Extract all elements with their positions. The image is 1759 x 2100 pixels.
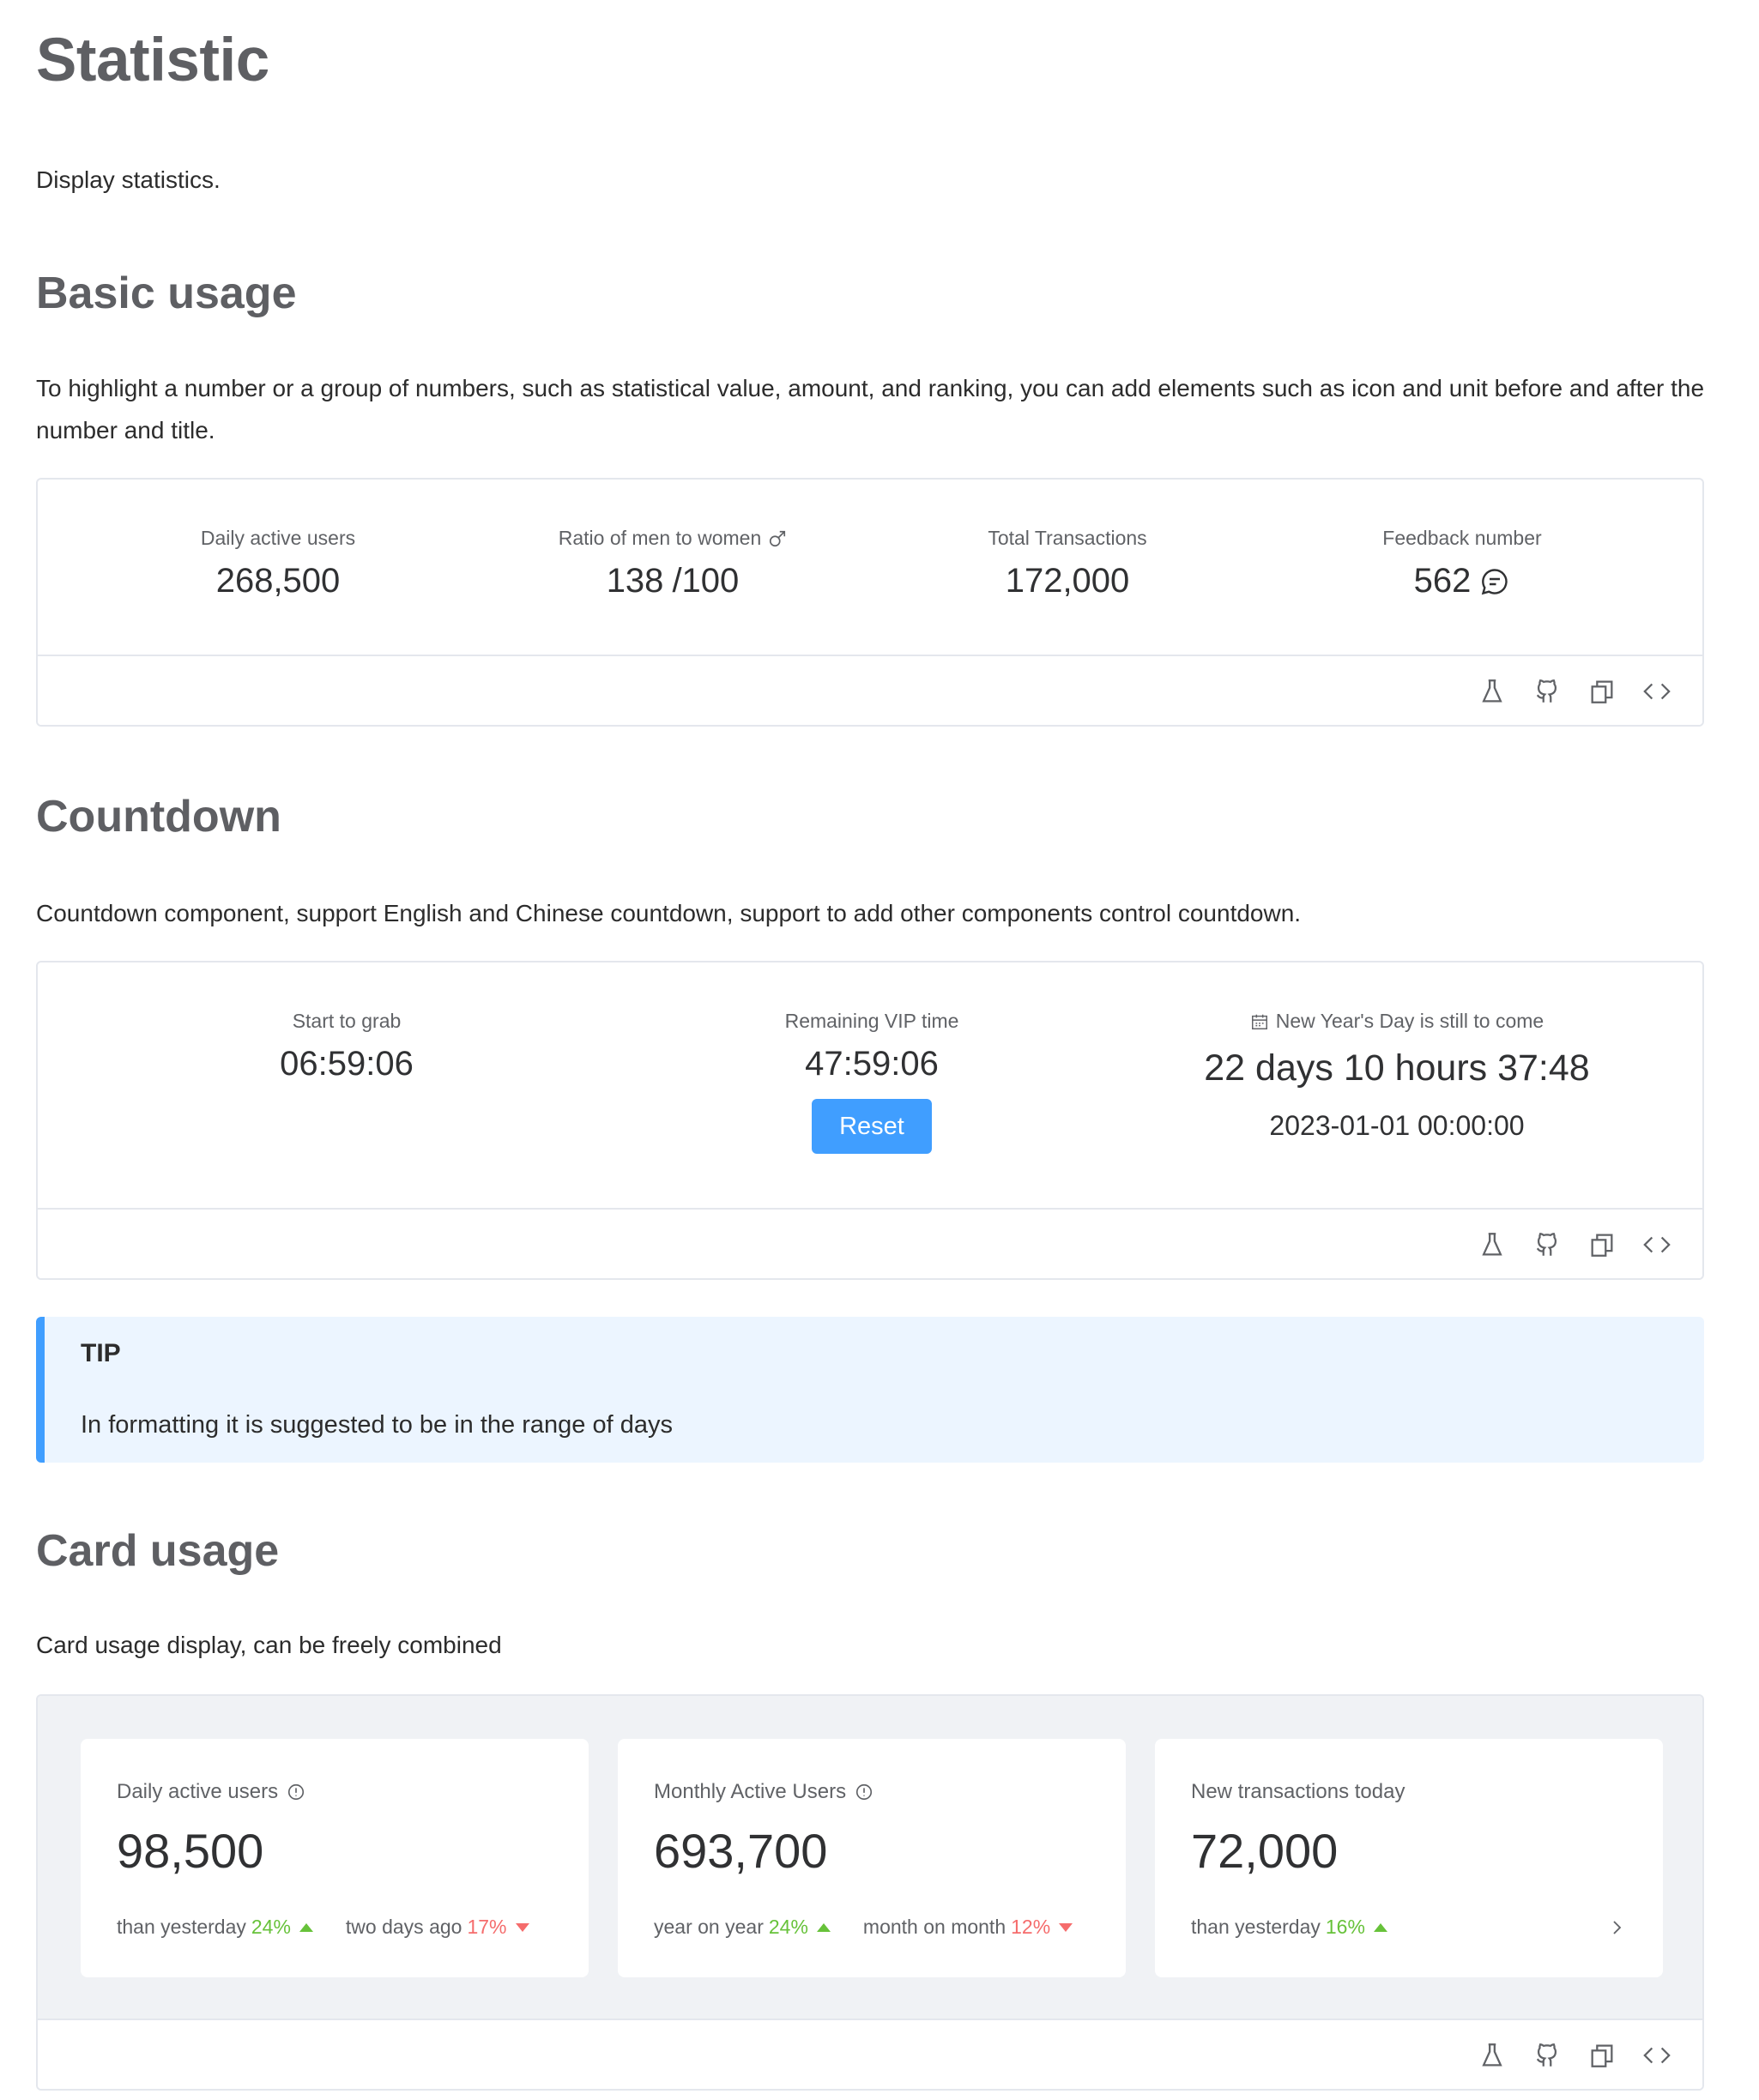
copy-icon[interactable] [1587, 1230, 1617, 1259]
statistic-value: 172,000 [1005, 562, 1130, 600]
statistic-title: Ratio of men to women [558, 527, 762, 549]
github-icon[interactable] [1532, 677, 1562, 706]
card-footer: year on year 24% month on month 12% [654, 1916, 1090, 1939]
countdown-target-date: 2023-01-01 00:00:00 [1269, 1109, 1525, 1141]
statistic-daily-active-users: Daily active users 268,500 [89, 527, 467, 600]
countdown-title: New Year's Day is still to come [1275, 1010, 1544, 1032]
code-icon[interactable] [1642, 1230, 1671, 1259]
compare-item: than yesterday 24% [117, 1916, 313, 1939]
demo-toolbar-card [38, 2019, 1702, 2089]
compare-percent: 12% [1011, 1916, 1051, 1938]
demo-block-countdown: Start to grab 06:59:06 Remaining VIP tim… [36, 961, 1704, 1280]
statistic-suffix: /100 [672, 562, 740, 600]
section-description-basic: To highlight a number or a group of numb… [36, 375, 1705, 444]
countdown-title: Start to grab [292, 1010, 402, 1032]
info-icon[interactable] [855, 1783, 873, 1801]
stat-card-daily-active: Daily active users 98,500 than yesterday… [81, 1739, 589, 1977]
demo-toolbar-basic [38, 655, 1702, 725]
male-icon [770, 530, 786, 546]
compare-percent: 16% [1325, 1916, 1365, 1938]
statistic-feedback-number: Feedback number 562 [1273, 527, 1651, 600]
caret-down-icon [1059, 1922, 1073, 1932]
caret-up-icon [816, 1922, 831, 1932]
compare-label: than yesterday [117, 1916, 246, 1938]
code-icon[interactable] [1642, 677, 1671, 706]
compare-label: month on month [862, 1916, 1006, 1938]
docs-page: Statistic Display statistics. Basic usag… [0, 0, 1759, 2100]
chat-icon [1482, 568, 1508, 594]
compare-label: year on year [654, 1916, 764, 1938]
card-usage-area: Daily active users 98,500 than yesterday… [38, 1696, 1702, 2020]
tip-text: In formatting it is suggested to be in t… [81, 1411, 673, 1439]
info-icon[interactable] [287, 1783, 305, 1801]
countdown-value: 47:59:06 [805, 1045, 939, 1083]
statistic-title: Feedback number [1382, 527, 1542, 549]
tip-callout: TIP In formatting it is suggested to be … [36, 1317, 1704, 1463]
flask-icon[interactable] [1478, 2041, 1507, 2070]
statistic-ratio: Ratio of men to women 138 /100 [484, 527, 861, 600]
statistic-title: Total Transactions [988, 527, 1147, 549]
demo-toolbar-countdown [38, 1208, 1702, 1278]
compare-label: than yesterday [1191, 1916, 1321, 1938]
stat-card-monthly-active: Monthly Active Users 693,700 year on yea… [618, 1739, 1126, 1977]
section-heading-countdown: Countdown [36, 792, 281, 842]
compare-item: year on year 24% [654, 1916, 831, 1939]
caret-up-icon [299, 1922, 313, 1932]
compare-item: month on month 12% [863, 1916, 1073, 1939]
reset-button[interactable]: Reset [812, 1099, 932, 1154]
card-value: 98,500 [117, 1824, 264, 1878]
caret-down-icon [515, 1922, 529, 1932]
compare-percent: 24% [251, 1916, 291, 1938]
countdown-value: 06:59:06 [280, 1045, 414, 1083]
demo-block-card: Daily active users 98,500 than yesterday… [36, 1694, 1704, 2091]
flask-icon[interactable] [1478, 1230, 1507, 1259]
section-heading-basic: Basic usage [36, 269, 297, 318]
countdown-value: 22 days 10 hours 37:48 [1204, 1047, 1590, 1089]
statistic-total-transactions: Total Transactions 172,000 [879, 527, 1256, 600]
code-icon[interactable] [1642, 2041, 1671, 2070]
compare-item: than yesterday 16% [1191, 1916, 1387, 1939]
section-description-card: Card usage display, can be freely combin… [36, 1632, 502, 1658]
countdown-new-year: New Year's Day is still to come 22 days … [1139, 1010, 1654, 1142]
section-description-countdown: Countdown component, support English and… [36, 900, 1302, 926]
copy-icon[interactable] [1587, 2041, 1617, 2070]
card-value: 693,700 [654, 1824, 828, 1878]
github-icon[interactable] [1532, 1230, 1562, 1259]
page-description: Display statistics. [36, 166, 221, 193]
card-footer: than yesterday 16% [1191, 1916, 1627, 1939]
stat-card-new-transactions: New transactions today 72,000 than yeste… [1155, 1739, 1663, 1977]
copy-icon[interactable] [1587, 677, 1617, 706]
chevron-right-icon[interactable] [1606, 1917, 1627, 1938]
statistic-title: Daily active users [200, 527, 356, 549]
card-title: Monthly Active Users [654, 1780, 847, 1803]
compare-percent: 17% [467, 1916, 507, 1938]
card-title: New transactions today [1191, 1780, 1405, 1803]
caret-up-icon [1373, 1922, 1387, 1932]
page-title: Statistic [36, 27, 269, 94]
statistic-value: 268,500 [215, 562, 341, 600]
statistic-value: 562 [1413, 562, 1472, 600]
calendar-icon [1251, 1014, 1267, 1029]
countdown-remaining-vip: Remaining VIP time 47:59:06 Reset [614, 1010, 1129, 1154]
card-footer: than yesterday 24% two days ago 17% [117, 1916, 553, 1939]
compare-label: two days ago [345, 1916, 462, 1938]
flask-icon[interactable] [1478, 677, 1507, 706]
card-value: 72,000 [1191, 1824, 1339, 1878]
compare-item: two days ago 17% [346, 1916, 529, 1939]
countdown-title: Remaining VIP time [784, 1010, 959, 1032]
compare-percent: 24% [768, 1916, 808, 1938]
tip-title: TIP [81, 1339, 121, 1367]
card-title: Daily active users [117, 1780, 279, 1803]
section-heading-card: Card usage [36, 1526, 280, 1576]
github-icon[interactable] [1532, 2041, 1562, 2070]
statistic-value: 138 [606, 562, 664, 600]
countdown-start-to-grab: Start to grab 06:59:06 [89, 1010, 604, 1083]
demo-block-basic: Daily active users 268,500 Ratio of men … [36, 478, 1704, 727]
